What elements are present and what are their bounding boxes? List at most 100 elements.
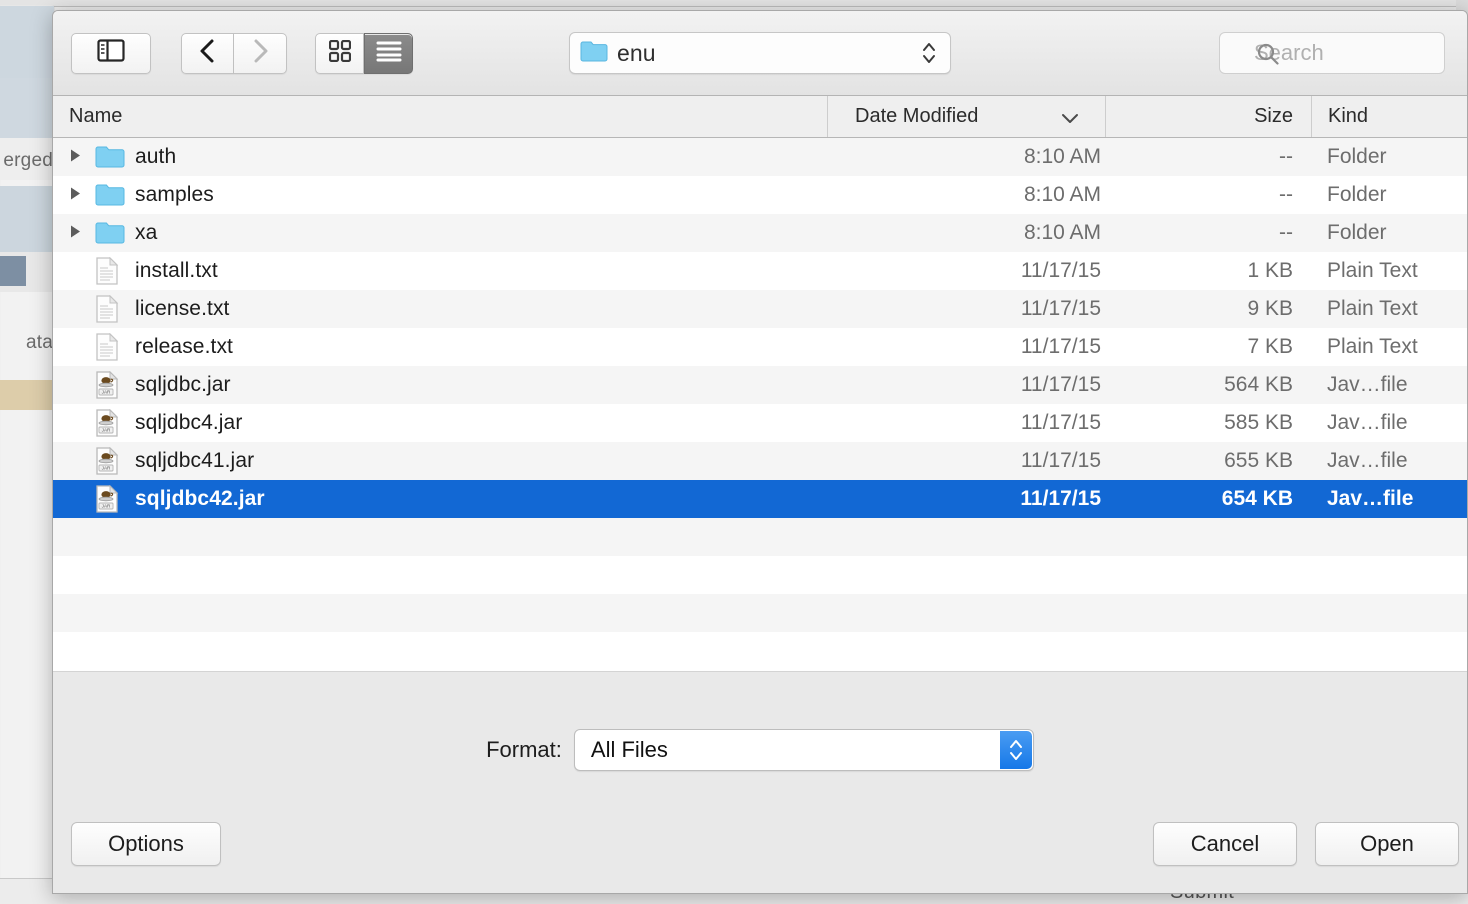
jar-file-icon: JAR bbox=[95, 371, 135, 399]
format-label: Format: bbox=[486, 737, 562, 762]
file-date-cell: 11/17/15 bbox=[1020, 449, 1101, 472]
table-row[interactable]: xa 8:10 AM -- Folder bbox=[53, 214, 1467, 252]
column-header-size[interactable]: Size bbox=[1105, 96, 1311, 137]
background-text-fragment: erged bbox=[3, 150, 53, 171]
file-name-cell: JAR sqljdbc4.jar bbox=[53, 409, 827, 437]
jar-file-icon: JAR bbox=[95, 485, 135, 513]
background-swatch bbox=[0, 256, 26, 286]
background-titlebar bbox=[0, 0, 1468, 7]
file-name-label: xa bbox=[135, 221, 158, 244]
file-size-cell: -- bbox=[1279, 221, 1293, 244]
empty-row bbox=[53, 518, 1467, 556]
icon-view-button[interactable] bbox=[315, 32, 364, 74]
options-button[interactable]: Options bbox=[71, 822, 221, 866]
file-kind-cell: Folder bbox=[1327, 183, 1387, 206]
file-size-cell: -- bbox=[1279, 183, 1293, 206]
file-size-cell: -- bbox=[1279, 145, 1293, 168]
cancel-button[interactable]: Cancel bbox=[1153, 822, 1297, 866]
table-row[interactable]: samples 8:10 AM -- Folder bbox=[53, 176, 1467, 214]
grid-icon bbox=[328, 39, 351, 67]
chevron-down-icon bbox=[1061, 107, 1079, 130]
file-name-label: release.txt bbox=[135, 335, 233, 358]
chevron-right-icon bbox=[252, 38, 269, 69]
file-name-cell: release.txt bbox=[53, 333, 827, 361]
file-kind-cell: Folder bbox=[1327, 221, 1387, 244]
file-name-label: samples bbox=[135, 183, 214, 206]
dialog-toolbar: enu Search bbox=[53, 11, 1467, 96]
format-stepper-icon bbox=[999, 731, 1032, 769]
folder-icon bbox=[95, 145, 135, 169]
file-kind-cell: Jav…file bbox=[1327, 411, 1408, 434]
file-size-cell: 7 KB bbox=[1247, 335, 1293, 358]
back-button[interactable] bbox=[181, 32, 234, 74]
disclosure-triangle-icon[interactable] bbox=[69, 224, 95, 243]
list-icon bbox=[376, 40, 402, 67]
file-list[interactable]: auth 8:10 AM -- Folder samples 8:10 AM -- Folde… bbox=[53, 138, 1467, 671]
file-date-cell: 8:10 AM bbox=[1023, 221, 1101, 244]
view-mode-button-group bbox=[315, 32, 413, 74]
disclosure-triangle-icon[interactable] bbox=[69, 186, 95, 205]
path-popup-button[interactable]: enu bbox=[569, 32, 951, 74]
empty-row bbox=[53, 556, 1467, 594]
format-select[interactable]: All Files bbox=[573, 729, 1034, 771]
column-header-kind[interactable]: Kind bbox=[1311, 96, 1467, 137]
text-file-icon bbox=[95, 257, 135, 285]
file-name-cell: JAR sqljdbc.jar bbox=[53, 371, 827, 399]
background-text-fragment: ata bbox=[25, 332, 53, 353]
file-date-cell: 11/17/15 bbox=[1020, 335, 1101, 358]
table-row[interactable]: JAR sqljdbc41.jar 11/17/15 655 KB Jav…file bbox=[53, 442, 1467, 480]
file-name-label: sqljdbc41.jar bbox=[135, 449, 255, 472]
forward-button[interactable] bbox=[234, 32, 287, 74]
file-name-cell: JAR sqljdbc41.jar bbox=[53, 447, 827, 475]
open-file-dialog: enu Search Name Date Modified Size Kind … bbox=[52, 10, 1468, 894]
file-kind-cell: Plain Text bbox=[1327, 297, 1418, 320]
search-icon bbox=[1256, 42, 1280, 72]
file-name-label: install.txt bbox=[135, 259, 218, 282]
chevron-left-icon bbox=[199, 38, 216, 69]
path-current-folder: enu bbox=[617, 39, 656, 66]
file-name-label: license.txt bbox=[135, 297, 230, 320]
search-input[interactable]: Search bbox=[1219, 32, 1445, 74]
empty-row bbox=[53, 594, 1467, 632]
dialog-footer: Format: All Files Options Cancel Open bbox=[53, 671, 1467, 893]
file-date-cell: 8:10 AM bbox=[1023, 145, 1101, 168]
text-file-icon bbox=[95, 295, 135, 323]
file-name-label: sqljdbc.jar bbox=[135, 373, 231, 396]
file-name-cell: JAR sqljdbc42.jar bbox=[53, 485, 827, 513]
file-date-cell: 8:10 AM bbox=[1023, 183, 1101, 206]
file-date-cell: 11/17/15 bbox=[1020, 259, 1101, 282]
disclosure-triangle-icon[interactable] bbox=[69, 148, 95, 167]
column-header-date-modified[interactable]: Date Modified bbox=[827, 96, 1105, 137]
file-kind-cell: Jav…file bbox=[1327, 487, 1414, 510]
file-name-cell: auth bbox=[53, 145, 827, 169]
file-size-cell: 1 KB bbox=[1247, 259, 1293, 282]
column-header-name[interactable]: Name bbox=[53, 96, 827, 137]
open-button[interactable]: Open bbox=[1315, 822, 1459, 866]
table-row[interactable]: JAR sqljdbc4.jar 11/17/15 585 KB Jav…file bbox=[53, 404, 1467, 442]
file-size-cell: 9 KB bbox=[1247, 297, 1293, 320]
file-name-label: sqljdbc42.jar bbox=[135, 487, 265, 510]
file-date-cell: 11/17/15 bbox=[1020, 411, 1101, 434]
table-row[interactable]: JAR sqljdbc42.jar 11/17/15 654 KB Jav…file bbox=[53, 480, 1467, 518]
navigation-button-group bbox=[181, 32, 287, 74]
table-row[interactable]: license.txt 11/17/15 9 KB Plain Text bbox=[53, 290, 1467, 328]
footer-button-row: Options Cancel Open bbox=[53, 822, 1467, 866]
table-row[interactable]: JAR sqljdbc.jar 11/17/15 564 KB Jav…file bbox=[53, 366, 1467, 404]
text-file-icon bbox=[95, 333, 135, 361]
empty-row bbox=[53, 632, 1467, 670]
file-name-label: auth bbox=[135, 145, 177, 168]
file-kind-cell: Folder bbox=[1327, 145, 1387, 168]
background-band bbox=[0, 186, 54, 252]
sidebar-toggle-button[interactable] bbox=[71, 32, 151, 74]
sidebar-icon bbox=[97, 39, 125, 67]
table-row[interactable]: install.txt 11/17/15 1 KB Plain Text bbox=[53, 252, 1467, 290]
svg-text:JAR: JAR bbox=[102, 390, 111, 395]
file-size-cell: 585 KB bbox=[1224, 411, 1293, 434]
file-date-cell: 11/17/15 bbox=[1020, 487, 1101, 510]
file-name-cell: install.txt bbox=[53, 257, 827, 285]
list-view-button[interactable] bbox=[364, 32, 413, 74]
table-row[interactable]: auth 8:10 AM -- Folder bbox=[53, 138, 1467, 176]
table-row[interactable]: release.txt 11/17/15 7 KB Plain Text bbox=[53, 328, 1467, 366]
jar-file-icon: JAR bbox=[95, 447, 135, 475]
file-name-label: sqljdbc4.jar bbox=[135, 411, 243, 434]
